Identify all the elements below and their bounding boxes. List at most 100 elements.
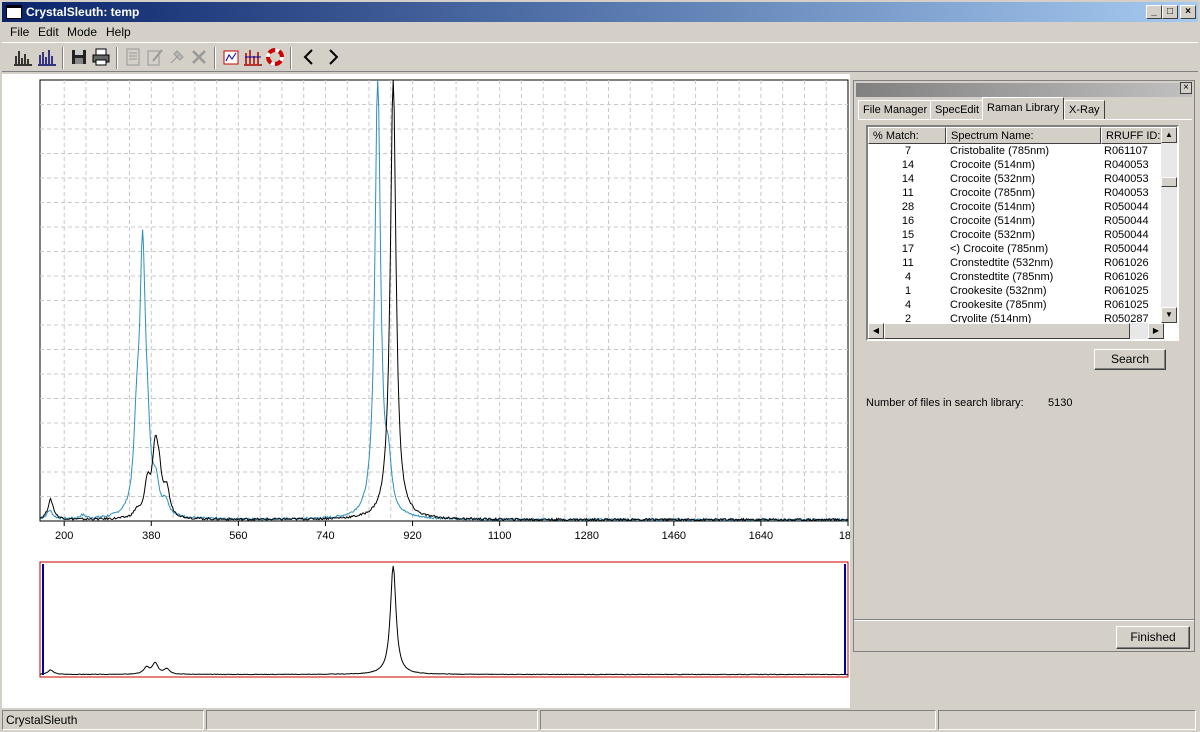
delete-icon[interactable]: [188, 47, 210, 69]
horizontal-scrollbar[interactable]: ◀ ▶: [868, 323, 1164, 339]
status-pane: [540, 710, 936, 730]
toolbar: [2, 42, 1198, 72]
match-list[interactable]: % Match: Spectrum Name: RRUFF ID: 7 Crist…: [866, 125, 1179, 341]
tab-x-ray[interactable]: X-Ray: [1064, 100, 1105, 120]
status-app: CrystalSleuth: [2, 710, 204, 730]
spectrum-name: Crookesite (532nm): [950, 285, 1047, 297]
toolbar-separator: [290, 47, 292, 69]
toolbar-separator: [62, 47, 64, 69]
tab-specedit[interactable]: SpecEdit: [930, 100, 985, 120]
menu-edit[interactable]: Edit: [38, 25, 59, 39]
spectrum-add-icon[interactable]: [12, 47, 34, 69]
overview-series: [40, 565, 849, 676]
panel-close-icon[interactable]: ×: [1180, 82, 1192, 94]
panel-caption: [856, 83, 1192, 97]
vertical-scrollbar[interactable]: ▲ ▼: [1161, 127, 1177, 323]
match-percent: 4: [904, 299, 912, 311]
tab-raman-library[interactable]: Raman Library: [982, 97, 1065, 120]
spectrum-pane: 200 380 560 740 920 1100 1280 1460 1640 182: [2, 74, 850, 708]
list-item[interactable]: 11 Crocoite (785nm) R040053: [868, 186, 1164, 200]
x-tick-label: 1100: [488, 530, 512, 542]
spectrum-name: Cristobalite (785nm): [950, 145, 1050, 157]
menu-file[interactable]: File: [10, 25, 29, 39]
spectrum-name: Crocoite (514nm): [950, 201, 1035, 213]
match-percent: 4: [904, 271, 912, 283]
close-button[interactable]: ×: [1180, 5, 1196, 19]
save-icon[interactable]: [68, 47, 90, 69]
scroll-up-icon[interactable]: ▲: [1161, 127, 1177, 143]
scroll-down-icon[interactable]: ▼: [1161, 307, 1177, 323]
tab-file-manager[interactable]: File Manager: [858, 100, 933, 120]
list-item[interactable]: 1 Crookesite (532nm) R061025: [868, 284, 1164, 298]
menu-mode[interactable]: Mode: [67, 25, 97, 39]
x-tick-label: 1640: [749, 530, 773, 542]
next-arrow-icon[interactable]: [322, 47, 344, 69]
list-item[interactable]: 14 Crocoite (532nm) R040053: [868, 172, 1164, 186]
spectrum-chart[interactable]: 200 380 560 740 920 1100 1280 1460 1640 182: [2, 74, 850, 554]
rruff-id: R061025: [1104, 285, 1149, 297]
list-item[interactable]: 7 Cristobalite (785nm) R061107: [868, 144, 1164, 158]
spectrum-name: Crocoite (532nm): [950, 173, 1035, 185]
col-header-match[interactable]: % Match:: [868, 127, 946, 144]
list-item[interactable]: 28 Crocoite (514nm) R050044: [868, 200, 1164, 214]
rruff-id: R040053: [1104, 159, 1149, 171]
list-item[interactable]: 14 Crocoite (514nm) R040053: [868, 158, 1164, 172]
x-tick-label: 560: [229, 530, 247, 542]
rruff-id: R061107: [1104, 145, 1148, 157]
rruff-id: R061025: [1104, 299, 1149, 311]
app-icon: [6, 5, 22, 19]
list-item[interactable]: 11 Cronstedtite (532nm) R061026: [868, 256, 1164, 270]
overview-frame: [39, 561, 849, 678]
edit-doc-icon[interactable]: [144, 47, 166, 69]
calibrate-icon[interactable]: [220, 47, 242, 69]
scroll-left-icon[interactable]: ◀: [868, 323, 884, 339]
x-tick-label: 200: [55, 530, 73, 542]
print-icon[interactable]: [90, 47, 112, 69]
scroll-right-icon[interactable]: ▶: [1148, 323, 1164, 339]
col-header-name[interactable]: Spectrum Name:: [946, 127, 1101, 144]
doc-icon[interactable]: [122, 47, 144, 69]
x-tick-label: 740: [316, 530, 334, 542]
toolbar-separator: [116, 47, 118, 69]
rruff-id: R050044: [1104, 201, 1149, 213]
search-button[interactable]: Search: [1094, 349, 1166, 370]
tool-icon[interactable]: [166, 47, 188, 69]
lifebuoy-icon[interactable]: [264, 47, 286, 69]
minimize-button[interactable]: _: [1146, 5, 1162, 19]
library-count-label: Number of files in search library:: [866, 397, 1024, 409]
list-item[interactable]: 15 Crocoite (532nm) R050044: [868, 228, 1164, 242]
finished-button[interactable]: Finished: [1116, 626, 1190, 649]
x-tick-label: 920: [403, 530, 421, 542]
match-percent: 7: [904, 145, 912, 157]
match-percent: 15: [901, 229, 915, 241]
title-bar[interactable]: CrystalSleuth: temp _ □ ×: [2, 2, 1198, 22]
status-pane: [206, 710, 538, 730]
spectrum-name: Cronstedtite (785nm): [950, 271, 1054, 283]
prev-arrow-icon[interactable]: [298, 47, 320, 69]
match-percent: 14: [901, 159, 915, 171]
peak-fit-icon[interactable]: [242, 47, 264, 69]
spectrum-name: Crocoite (785nm): [950, 187, 1035, 199]
list-item[interactable]: 4 Cronstedtite (785nm) R061026: [868, 270, 1164, 284]
match-percent: 17: [901, 243, 915, 255]
rruff-id: R061026: [1104, 271, 1149, 283]
status-bar: CrystalSleuth: [2, 710, 1198, 730]
list-item[interactable]: 17 <) Crocoite (785nm) R050044: [868, 242, 1164, 256]
list-item[interactable]: 16 Crocoite (514nm) R050044: [868, 214, 1164, 228]
list-item[interactable]: 4 Crookesite (785nm) R061025: [868, 298, 1164, 312]
match-percent: 28: [901, 201, 915, 213]
hscroll-thumb[interactable]: [884, 323, 1130, 339]
rruff-id: R050044: [1104, 215, 1149, 227]
x-tick-label: 380: [142, 530, 160, 542]
spectrum-name: Crocoite (514nm): [950, 215, 1035, 227]
col-header-rruff[interactable]: RRUFF ID:: [1101, 127, 1165, 144]
spectrum-name: Crocoite (514nm): [950, 159, 1035, 171]
spectrum-name: <) Crocoite (785nm): [950, 243, 1049, 255]
app-window: CrystalSleuth: temp _ □ × File Edit Mode…: [0, 0, 1200, 732]
spectrum-name: Cronstedtite (532nm): [950, 257, 1054, 269]
match-rows: 7 Cristobalite (785nm) R061107 14 Crocoite (…: [868, 144, 1164, 326]
spectrum-multi-icon[interactable]: [36, 47, 58, 69]
scroll-thumb[interactable]: [1161, 177, 1177, 187]
menu-help[interactable]: Help: [106, 25, 131, 39]
maximize-button[interactable]: □: [1162, 5, 1178, 19]
